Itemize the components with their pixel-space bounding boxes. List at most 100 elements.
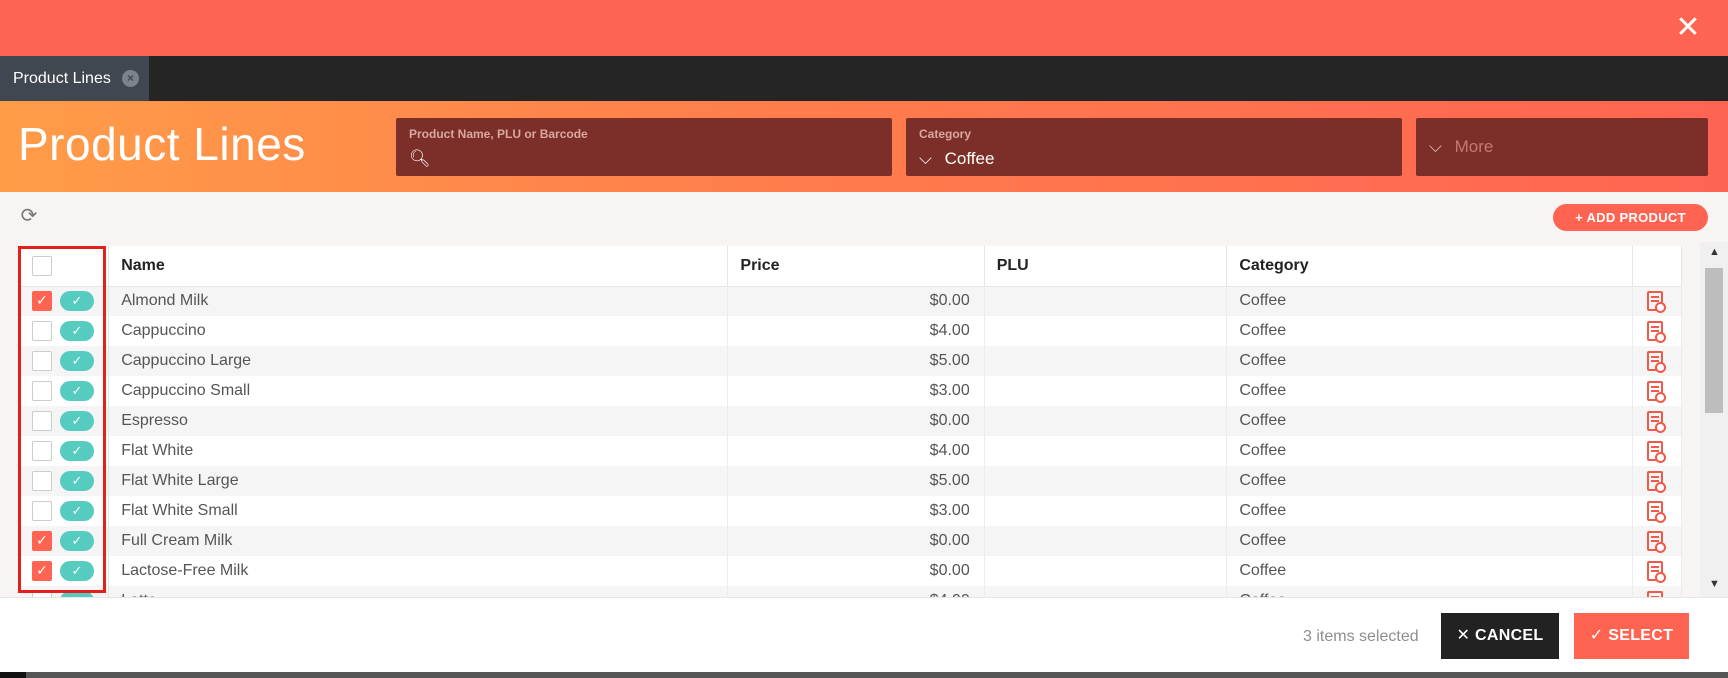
- row-action-cell: [1632, 406, 1682, 436]
- close-icon[interactable]: ✕: [1670, 10, 1706, 46]
- chevron-down-icon: ⌵: [1429, 137, 1442, 156]
- table-row[interactable]: ✓ ✓ Full Cream Milk $0.00 Coffee: [18, 526, 1682, 556]
- row-checkbox[interactable]: ✓: [32, 531, 52, 551]
- column-header-category[interactable]: Category: [1226, 246, 1634, 287]
- view-details-icon[interactable]: [1647, 321, 1667, 343]
- cell-name: Flat White Small: [108, 496, 729, 526]
- row-select-cell: ✓: [18, 406, 110, 436]
- view-details-icon[interactable]: [1647, 441, 1667, 463]
- cell-name: Cappuccino Small: [108, 376, 729, 406]
- row-action-cell: [1632, 466, 1682, 496]
- cell-name: Flat White: [108, 436, 729, 466]
- cell-category: Coffee: [1226, 406, 1634, 436]
- row-select-cell: ✓: [18, 466, 110, 496]
- more-label: More: [1454, 137, 1494, 156]
- row-checkbox[interactable]: [32, 351, 52, 371]
- cell-category: Coffee: [1226, 586, 1634, 597]
- chevron-down-icon: ⌵: [919, 149, 932, 168]
- select-button[interactable]: ✓ SELECT: [1574, 613, 1689, 659]
- column-header-plu[interactable]: PLU: [984, 246, 1228, 287]
- category-filter[interactable]: Category ⌵ Coffee: [906, 118, 1402, 176]
- view-details-icon[interactable]: [1647, 501, 1667, 523]
- cell-price: $5.00: [727, 346, 985, 376]
- cell-price: $0.00: [727, 526, 985, 556]
- cell-plu: [984, 346, 1228, 376]
- bottom-strip: [0, 672, 1728, 678]
- cell-category: Coffee: [1226, 286, 1634, 316]
- more-filter-button[interactable]: ⌵ More: [1416, 118, 1708, 176]
- active-toggle[interactable]: ✓: [60, 471, 94, 491]
- table-row[interactable]: ✓ Cappuccino Small $3.00 Coffee: [18, 376, 1682, 406]
- active-toggle[interactable]: ✓: [60, 501, 94, 521]
- column-header-price[interactable]: Price: [727, 246, 985, 287]
- table-row[interactable]: ✓ Flat White $4.00 Coffee: [18, 436, 1682, 466]
- cell-plu: [984, 376, 1228, 406]
- table-row[interactable]: ✓ Cappuccino $4.00 Coffee: [18, 316, 1682, 346]
- cell-name: Espresso: [108, 406, 729, 436]
- page-title: Product Lines: [18, 118, 306, 170]
- active-toggle[interactable]: ✓: [60, 291, 94, 312]
- active-toggle[interactable]: ✓: [60, 351, 94, 371]
- search-filter[interactable]: Product Name, PLU or Barcode 🔍︎: [396, 118, 892, 176]
- table-row[interactable]: ✓ Flat White Small $3.00 Coffee: [18, 496, 1682, 526]
- scroll-thumb[interactable]: [1705, 268, 1723, 413]
- product-table: Name Price PLU Category ✓ ✓ Almond Milk $0.…: [18, 246, 1682, 597]
- active-toggle[interactable]: ✓: [60, 321, 94, 341]
- table-row[interactable]: ✓Latte$4.00 Coffee: [18, 586, 1682, 597]
- scroll-down-icon[interactable]: ▼: [1709, 578, 1720, 590]
- select-all-checkbox[interactable]: [32, 255, 52, 276]
- grid-scrollbar[interactable]: ▲ ▼: [1700, 242, 1728, 597]
- tab-close-icon[interactable]: ×: [122, 70, 139, 87]
- active-toggle[interactable]: ✓: [60, 411, 94, 431]
- row-checkbox[interactable]: [32, 411, 52, 431]
- row-checkbox[interactable]: [32, 441, 52, 461]
- cell-category: Coffee: [1226, 466, 1634, 496]
- view-details-icon[interactable]: [1647, 291, 1667, 314]
- table-row[interactable]: ✓ Cappuccino Large $5.00 Coffee: [18, 346, 1682, 376]
- refresh-icon[interactable]: ⟳: [18, 205, 40, 227]
- view-details-icon[interactable]: [1647, 411, 1667, 433]
- row-checkbox[interactable]: ✓: [32, 291, 52, 312]
- row-checkbox[interactable]: ✓: [32, 561, 52, 581]
- row-checkbox[interactable]: [32, 321, 52, 341]
- active-toggle[interactable]: ✓: [60, 561, 94, 581]
- tab-label: Product Lines: [13, 70, 111, 87]
- cell-category: Coffee: [1226, 526, 1634, 556]
- table-row[interactable]: ✓ ✓ Almond Milk $0.00 Coffee: [18, 286, 1682, 316]
- active-toggle[interactable]: ✓: [60, 381, 94, 401]
- view-details-icon[interactable]: [1647, 381, 1667, 403]
- check-icon: ✓: [1589, 627, 1604, 644]
- view-details-icon[interactable]: [1647, 531, 1667, 553]
- row-action-cell: [1632, 436, 1682, 466]
- active-toggle[interactable]: ✓: [60, 531, 94, 551]
- cancel-label: CANCEL: [1475, 627, 1544, 644]
- view-details-icon[interactable]: [1647, 561, 1667, 583]
- cell-price: $0.00: [727, 556, 985, 586]
- cell-category: Coffee: [1226, 346, 1634, 376]
- cell-price: $4.00: [727, 436, 985, 466]
- view-details-icon[interactable]: [1647, 471, 1667, 493]
- cell-plu: [984, 316, 1228, 346]
- row-checkbox[interactable]: [32, 471, 52, 491]
- row-action-cell: [1632, 556, 1682, 586]
- tab-product-lines[interactable]: Product Lines ×: [0, 56, 149, 101]
- table-row[interactable]: ✓ ✓ Lactose-Free Milk $0.00 Coffee: [18, 556, 1682, 586]
- row-action-cell: [1632, 586, 1682, 597]
- cell-plu: [984, 556, 1228, 586]
- table-row[interactable]: ✓ Espresso $0.00 Coffee: [18, 406, 1682, 436]
- cell-price: $4.00: [727, 316, 985, 346]
- cancel-button[interactable]: ✕ CANCEL: [1441, 613, 1559, 659]
- column-header-name[interactable]: Name: [108, 246, 729, 287]
- row-checkbox[interactable]: [32, 381, 52, 401]
- active-toggle[interactable]: ✓: [60, 441, 94, 461]
- cell-plu: [984, 496, 1228, 526]
- table-row[interactable]: ✓ Flat White Large $5.00 Coffee: [18, 466, 1682, 496]
- row-checkbox[interactable]: [32, 501, 52, 521]
- add-product-button[interactable]: + ADD PRODUCT: [1553, 204, 1708, 231]
- view-details-icon[interactable]: [1647, 351, 1667, 373]
- cell-plu: [984, 466, 1228, 496]
- tab-bar: Product Lines ×: [0, 56, 1728, 101]
- scroll-up-icon[interactable]: ▲: [1709, 246, 1720, 258]
- row-select-cell: ✓ ✓: [18, 526, 110, 556]
- cell-price: $5.00: [727, 466, 985, 496]
